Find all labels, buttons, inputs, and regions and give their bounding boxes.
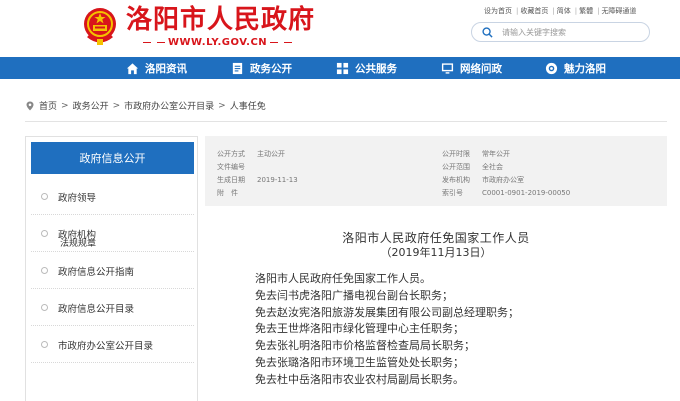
nav-item-label: 网络问政 — [460, 62, 502, 75]
breadcrumb-home[interactable]: 首页 — [39, 99, 57, 112]
main-nav: 洛阳资讯 政务公开 公共服务 网络问政 魅力洛阳 — [0, 57, 680, 79]
sidebar: 政府信息公开 政府领导 政府机构 政府信息公开指南 政府信息公开目录 市政府办公… — [25, 136, 198, 401]
breadcrumb-separator: > — [61, 100, 69, 111]
body-line: 免去张璐洛阳市环境卫生监管处处长职务； — [255, 355, 464, 369]
search-icon[interactable] — [482, 27, 493, 38]
breadcrumb-personnel[interactable]: 人事任免 — [230, 99, 266, 112]
breadcrumb-divider — [25, 121, 667, 122]
national-emblem-icon — [84, 8, 116, 45]
document-meta: 公开方式 主动公开 文件编号 生成日期 2019-11-13 附 件 公开时限 常年公… — [205, 136, 667, 206]
main-content: 公开方式 主动公开 文件编号 生成日期 2019-11-13 附 件 公开时限 常年公… — [205, 136, 667, 401]
body-line: 免去杜中岳洛阳市农业农村局副局长职务。 — [255, 372, 464, 386]
bullet-icon — [41, 304, 48, 311]
bullet-icon — [41, 341, 48, 348]
nav-item-label: 公共服务 — [355, 62, 397, 75]
monitor-icon — [441, 62, 454, 74]
body-line: 免去赵汝宪洛阳旅游发展集团有限公司副总经理职务； — [255, 305, 519, 319]
breadcrumb-separator: > — [112, 100, 121, 111]
nav-item-charm-luoyang[interactable]: 魅力洛阳 — [545, 57, 606, 79]
sidebar-item-label: 政府信息公开目录 — [58, 303, 135, 315]
sidebar-heading: 政府信息公开 — [31, 142, 194, 174]
breadcrumb-gov-affairs[interactable]: 政务公开 — [73, 99, 109, 112]
body-line: 免去张礼明洛阳市价格监督检查局局长职务； — [255, 339, 475, 353]
site-url: WWW.LY.GOV.CN — [140, 37, 295, 48]
sidebar-item-gov-leaders[interactable]: 政府领导 — [31, 179, 194, 215]
bookmark-link[interactable]: 收藏首页 — [520, 7, 548, 15]
home-icon — [126, 62, 139, 74]
breadcrumb-separator: > — [218, 100, 226, 111]
meta-issuer: 发布机构 市政府办公室 — [442, 176, 524, 184]
page: 洛阳市人民政府 WWW.LY.GOV.CN 设为首页 | 收藏首页 | 简体 | 繁體 | 无障… — [0, 0, 680, 401]
sidebar-item-disclosure-catalog[interactable]: 政府信息公开目录 — [31, 290, 194, 326]
bullet-icon — [41, 230, 48, 237]
site-header: 洛阳市人民政府 WWW.LY.GOV.CN 设为首页 | 收藏首页 | 简体 | 繁體 | 无障… — [0, 0, 680, 56]
breadcrumb: 首页 > 政务公开 > 市政府办公室公开目录 > 人事任免 — [25, 99, 266, 112]
sidebar-item-office-catalog[interactable]: 市政府办公室公开目录 — [31, 327, 194, 363]
nav-item-news[interactable]: 洛阳资讯 — [126, 57, 187, 79]
site-title[interactable]: 洛阳市人民政府 — [126, 4, 315, 36]
meta-publish-method: 公开方式 主动公开 — [217, 150, 285, 158]
sidebar-item-disclosure-guide[interactable]: 政府信息公开指南 — [31, 253, 194, 289]
top-links: 设为首页 | 收藏首页 | 简体 | 繁體 | 无障碍通道 — [484, 7, 637, 15]
traditional-link[interactable]: 繁體 — [579, 7, 593, 15]
set-homepage-link[interactable]: 设为首页 — [484, 7, 512, 15]
site-url-text: WWW.LY.GOV.CN — [168, 37, 268, 48]
sidebar-subitem-regulations[interactable]: 法规规章 — [60, 236, 96, 249]
sidebar-item-gov-agencies[interactable]: 政府机构 — [31, 216, 194, 252]
meta-attachment: 附 件 — [217, 189, 238, 197]
body-line: 免去王世烨洛阳市绿化管理中心主任职务； — [255, 322, 464, 336]
search-input[interactable] — [502, 25, 642, 39]
search-box[interactable] — [471, 22, 650, 42]
body-line: 免去闫书虎洛阳广播电视台副台长职务； — [255, 288, 453, 302]
document-body: 洛阳市人民政府任免国家工作人员。 免去闫书虎洛阳广播电视台副台长职务； 免去赵汝… — [255, 271, 655, 389]
nav-item-public-service[interactable]: 公共服务 — [336, 57, 397, 79]
sidebar-item-label: 政府信息公开指南 — [58, 266, 135, 278]
meta-date: 生成日期 2019-11-13 — [217, 176, 298, 184]
camera-icon — [545, 62, 558, 74]
bullet-icon — [41, 193, 48, 200]
nav-item-gov-affairs[interactable]: 政务公开 — [231, 57, 292, 79]
meta-scope: 公开范围 全社会 — [442, 163, 503, 171]
nav-item-label: 魅力洛阳 — [564, 62, 606, 75]
simplified-link[interactable]: 简体 — [557, 7, 571, 15]
meta-index: 索引号 C0001-0901-2019-00050 — [442, 189, 571, 197]
nav-item-label: 政务公开 — [250, 62, 292, 75]
breadcrumb-office-catalog[interactable]: 市政府办公室公开目录 — [124, 99, 214, 112]
sidebar-item-label: 政府领导 — [58, 192, 97, 204]
meta-period: 公开时限 常年公开 — [442, 150, 510, 158]
grid-icon — [336, 62, 349, 74]
bullet-icon — [41, 267, 48, 274]
accessibility-link[interactable]: 无障碍通道 — [601, 7, 636, 15]
document-date: （2019年11月13日） — [380, 246, 492, 259]
meta-doc-no: 文件编号 — [217, 163, 245, 171]
sidebar-item-label: 市政府办公室公开目录 — [58, 340, 154, 352]
body-line: 洛阳市人民政府任免国家工作人员。 — [255, 272, 431, 285]
nav-item-online-inquiry[interactable]: 网络问政 — [441, 57, 502, 79]
document-icon — [232, 62, 243, 74]
nav-item-label: 洛阳资讯 — [145, 62, 187, 75]
location-pin-icon — [26, 101, 34, 110]
